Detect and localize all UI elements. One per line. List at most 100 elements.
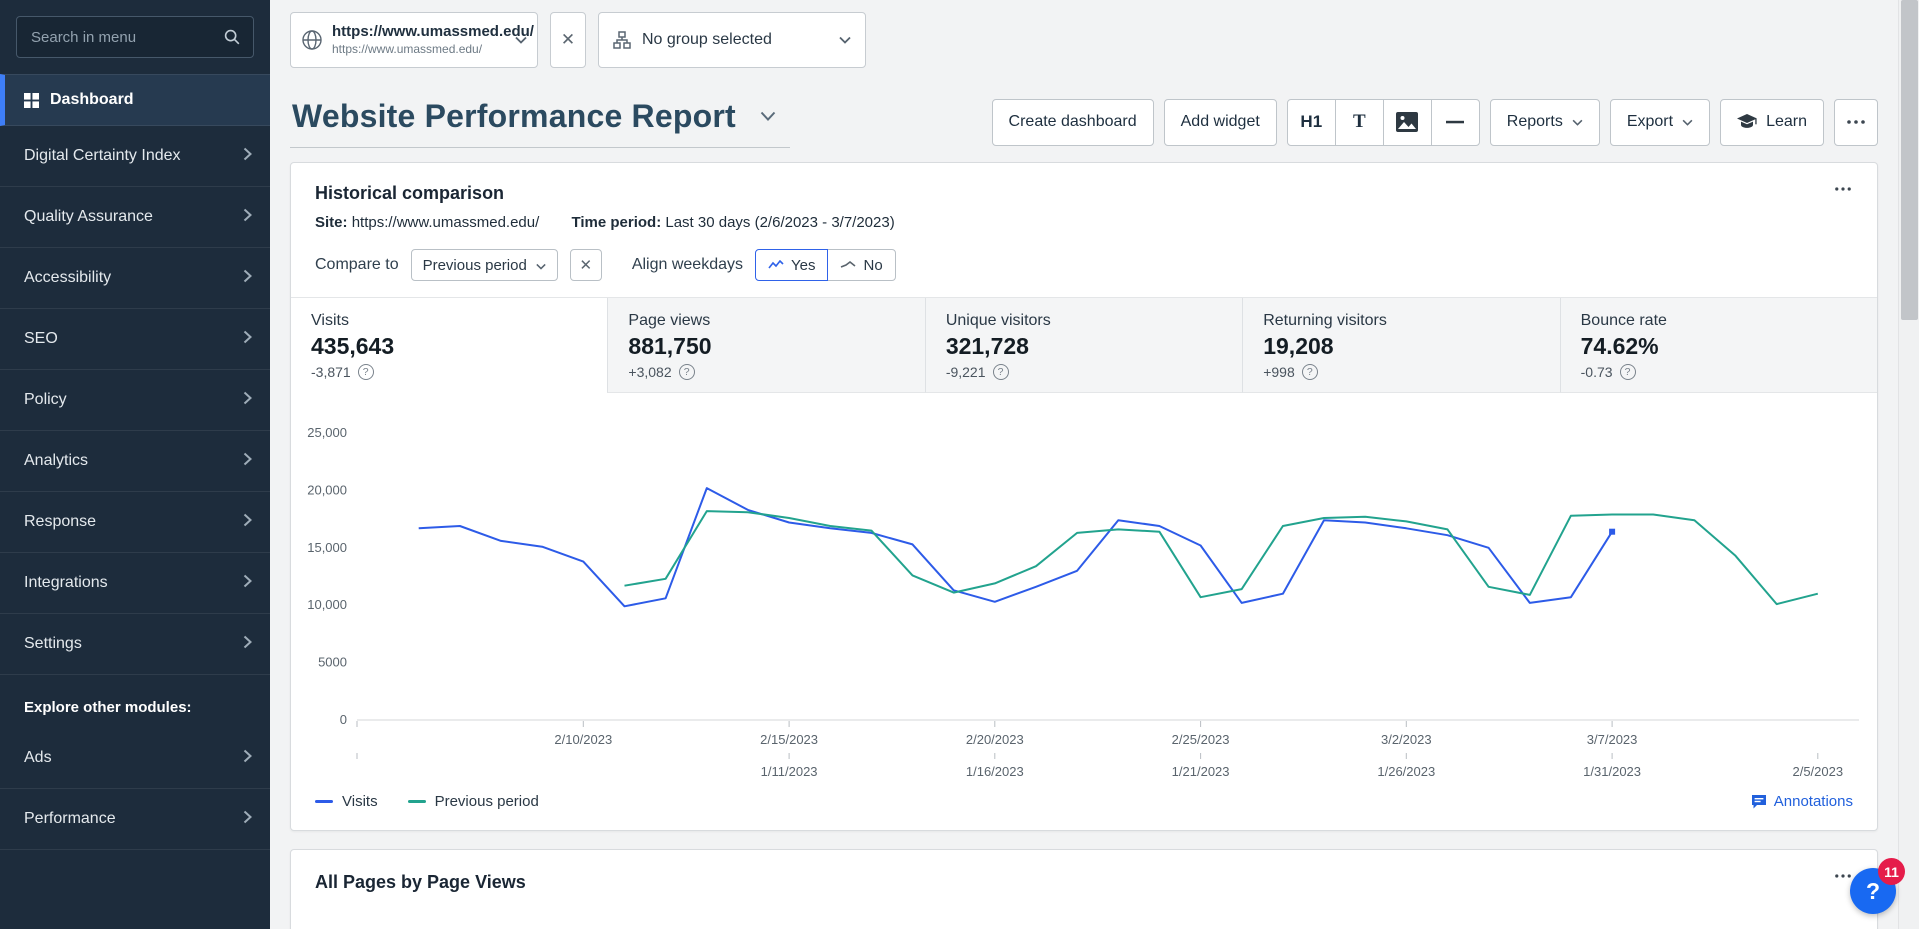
annotations-link[interactable]: Annotations — [1751, 793, 1853, 810]
graduation-cap-icon — [1737, 114, 1757, 131]
sidebar-item-label: Response — [24, 513, 96, 531]
metric-tile-unique-visitors[interactable]: Unique visitors 321,728 -9,221 ? — [925, 298, 1242, 393]
create-dashboard-button[interactable]: Create dashboard — [992, 99, 1154, 146]
time-period-value: Last 30 days (2/6/2023 - 3/7/2023) — [665, 214, 894, 231]
reports-button[interactable]: Reports — [1490, 99, 1600, 146]
toolbar: Create dashboard Add widget H1 T — [992, 99, 1878, 146]
scrollbar-thumb[interactable] — [1901, 0, 1918, 320]
widget-menu-button[interactable] — [1827, 179, 1859, 199]
sidebar-search — [16, 16, 254, 58]
remove-comparison-button[interactable]: ✕ — [570, 249, 602, 281]
svg-text:2/20/2023: 2/20/2023 — [966, 732, 1024, 747]
sidebar-item-label: Settings — [24, 635, 82, 653]
page-title: Website Performance Report — [292, 98, 736, 135]
metric-delta: -0.73 — [1581, 364, 1613, 380]
sidebar-item-label: Dashboard — [50, 91, 134, 109]
ellipsis-icon — [1835, 187, 1851, 191]
help-button[interactable]: ? 11 — [1850, 868, 1896, 914]
all-pages-card: All Pages by Page Views — [290, 849, 1878, 929]
svg-text:1/11/2023: 1/11/2023 — [761, 764, 818, 779]
chevron-down-icon — [536, 257, 546, 274]
search-input[interactable] — [16, 16, 254, 58]
chevron-right-icon — [243, 452, 252, 471]
historical-chart-svg: 0500010,00015,00020,00025,0002/10/20232/… — [299, 413, 1869, 785]
historical-header: Historical comparison Site: https://www.… — [291, 163, 1877, 245]
sidebar-item-performance[interactable]: Performance — [0, 789, 270, 850]
info-icon[interactable]: ? — [993, 364, 1009, 380]
search-icon[interactable] — [223, 28, 241, 51]
metric-tile-bounce-rate[interactable]: Bounce rate 74.62% -0.73 ? — [1560, 298, 1877, 393]
align-no-label: No — [863, 257, 882, 274]
export-button[interactable]: Export — [1610, 99, 1710, 146]
sidebar-item-ads[interactable]: Ads — [0, 728, 270, 789]
chevron-down-icon — [1572, 113, 1583, 131]
metric-label: Page views — [628, 312, 904, 330]
sidebar-item-label: Analytics — [24, 452, 88, 470]
annotations-label: Annotations — [1774, 793, 1853, 810]
metric-value: 74.62% — [1581, 333, 1857, 360]
site-selector[interactable]: https://www.umassmed.edu/ https://www.um… — [290, 12, 538, 68]
chevron-right-icon — [243, 635, 252, 654]
site-label: Site: — [315, 214, 348, 231]
align-yes-label: Yes — [791, 257, 815, 274]
svg-text:25,000: 25,000 — [307, 425, 347, 440]
svg-text:10,000: 10,000 — [307, 597, 347, 612]
sidebar-item-label: Accessibility — [24, 269, 111, 287]
add-widget-button[interactable]: Add widget — [1164, 99, 1277, 146]
metric-tile-page-views[interactable]: Page views 881,750 +3,082 ? — [607, 298, 924, 393]
svg-text:1/26/2023: 1/26/2023 — [1377, 764, 1435, 779]
main-area: https://www.umassmed.edu/ https://www.um… — [270, 0, 1898, 929]
legend-swatch — [408, 800, 426, 803]
chart-legend: Visits Previous period — [291, 785, 1877, 830]
insert-divider-button[interactable] — [1431, 99, 1480, 146]
chevron-down-icon — [839, 31, 851, 49]
sidebar-item-settings[interactable]: Settings — [0, 614, 270, 675]
sidebar-item-quality-assurance[interactable]: Quality Assurance — [0, 187, 270, 248]
legend-item-previous-period: Previous period — [408, 793, 539, 810]
historical-comparison-card: Historical comparison Site: https://www.… — [290, 162, 1878, 831]
sidebar-item-policy[interactable]: Policy — [0, 370, 270, 431]
info-icon[interactable]: ? — [1302, 364, 1318, 380]
image-icon — [1396, 112, 1418, 132]
sidebar-item-seo[interactable]: SEO — [0, 309, 270, 370]
dashboard-content: Historical comparison Site: https://www.… — [270, 162, 1898, 929]
annotations-icon — [1751, 794, 1767, 810]
info-icon[interactable]: ? — [679, 364, 695, 380]
time-period-label: Time period: — [571, 214, 661, 231]
sidebar-item-label: Policy — [24, 391, 67, 409]
vertical-scrollbar[interactable] — [1898, 0, 1919, 929]
metric-value: 881,750 — [628, 333, 904, 360]
info-icon[interactable]: ? — [1620, 364, 1636, 380]
metric-tile-visits[interactable]: Visits 435,643 -3,871 ? — [291, 298, 607, 393]
learn-button[interactable]: Learn — [1720, 99, 1824, 146]
legend-label: Visits — [342, 793, 378, 810]
sidebar-item-integrations[interactable]: Integrations — [0, 553, 270, 614]
sidebar-item-response[interactable]: Response — [0, 492, 270, 553]
dashboard-title-dropdown[interactable]: Website Performance Report — [290, 96, 790, 148]
historical-chart: 0500010,00015,00020,00025,0002/10/20232/… — [291, 393, 1877, 785]
insert-image-button[interactable] — [1383, 99, 1432, 146]
compare-period-value: Previous period — [423, 257, 527, 274]
compare-period-dropdown[interactable]: Previous period — [411, 249, 558, 281]
align-weekdays-yes-button[interactable]: Yes — [755, 249, 828, 281]
metric-label: Returning visitors — [1263, 312, 1539, 330]
chevron-down-icon — [760, 108, 776, 126]
explore-modules-label: Explore other modules: — [0, 675, 270, 728]
clear-site-button[interactable]: ✕ — [550, 12, 586, 68]
align-weekdays-no-button[interactable]: No — [827, 249, 895, 281]
chevron-right-icon — [243, 513, 252, 532]
metric-label: Unique visitors — [946, 312, 1222, 330]
metric-tile-returning-visitors[interactable]: Returning visitors 19,208 +998 ? — [1242, 298, 1559, 393]
comparison-controls: Compare to Previous period ✕ Align weekd… — [291, 245, 1877, 298]
close-icon: ✕ — [580, 256, 593, 274]
sidebar-item-analytics[interactable]: Analytics — [0, 431, 270, 492]
insert-element-group: H1 T — [1287, 99, 1480, 146]
more-actions-button[interactable] — [1834, 99, 1878, 146]
group-selector[interactable]: No group selected — [598, 12, 866, 68]
sidebar-item-digital-certainty-index[interactable]: Digital Certainty Index — [0, 126, 270, 187]
sidebar-item-accessibility[interactable]: Accessibility — [0, 248, 270, 309]
insert-heading-button[interactable]: H1 — [1287, 99, 1336, 146]
sidebar-item-dashboard[interactable]: Dashboard — [0, 74, 270, 126]
insert-text-button[interactable]: T — [1335, 99, 1384, 146]
info-icon[interactable]: ? — [358, 364, 374, 380]
